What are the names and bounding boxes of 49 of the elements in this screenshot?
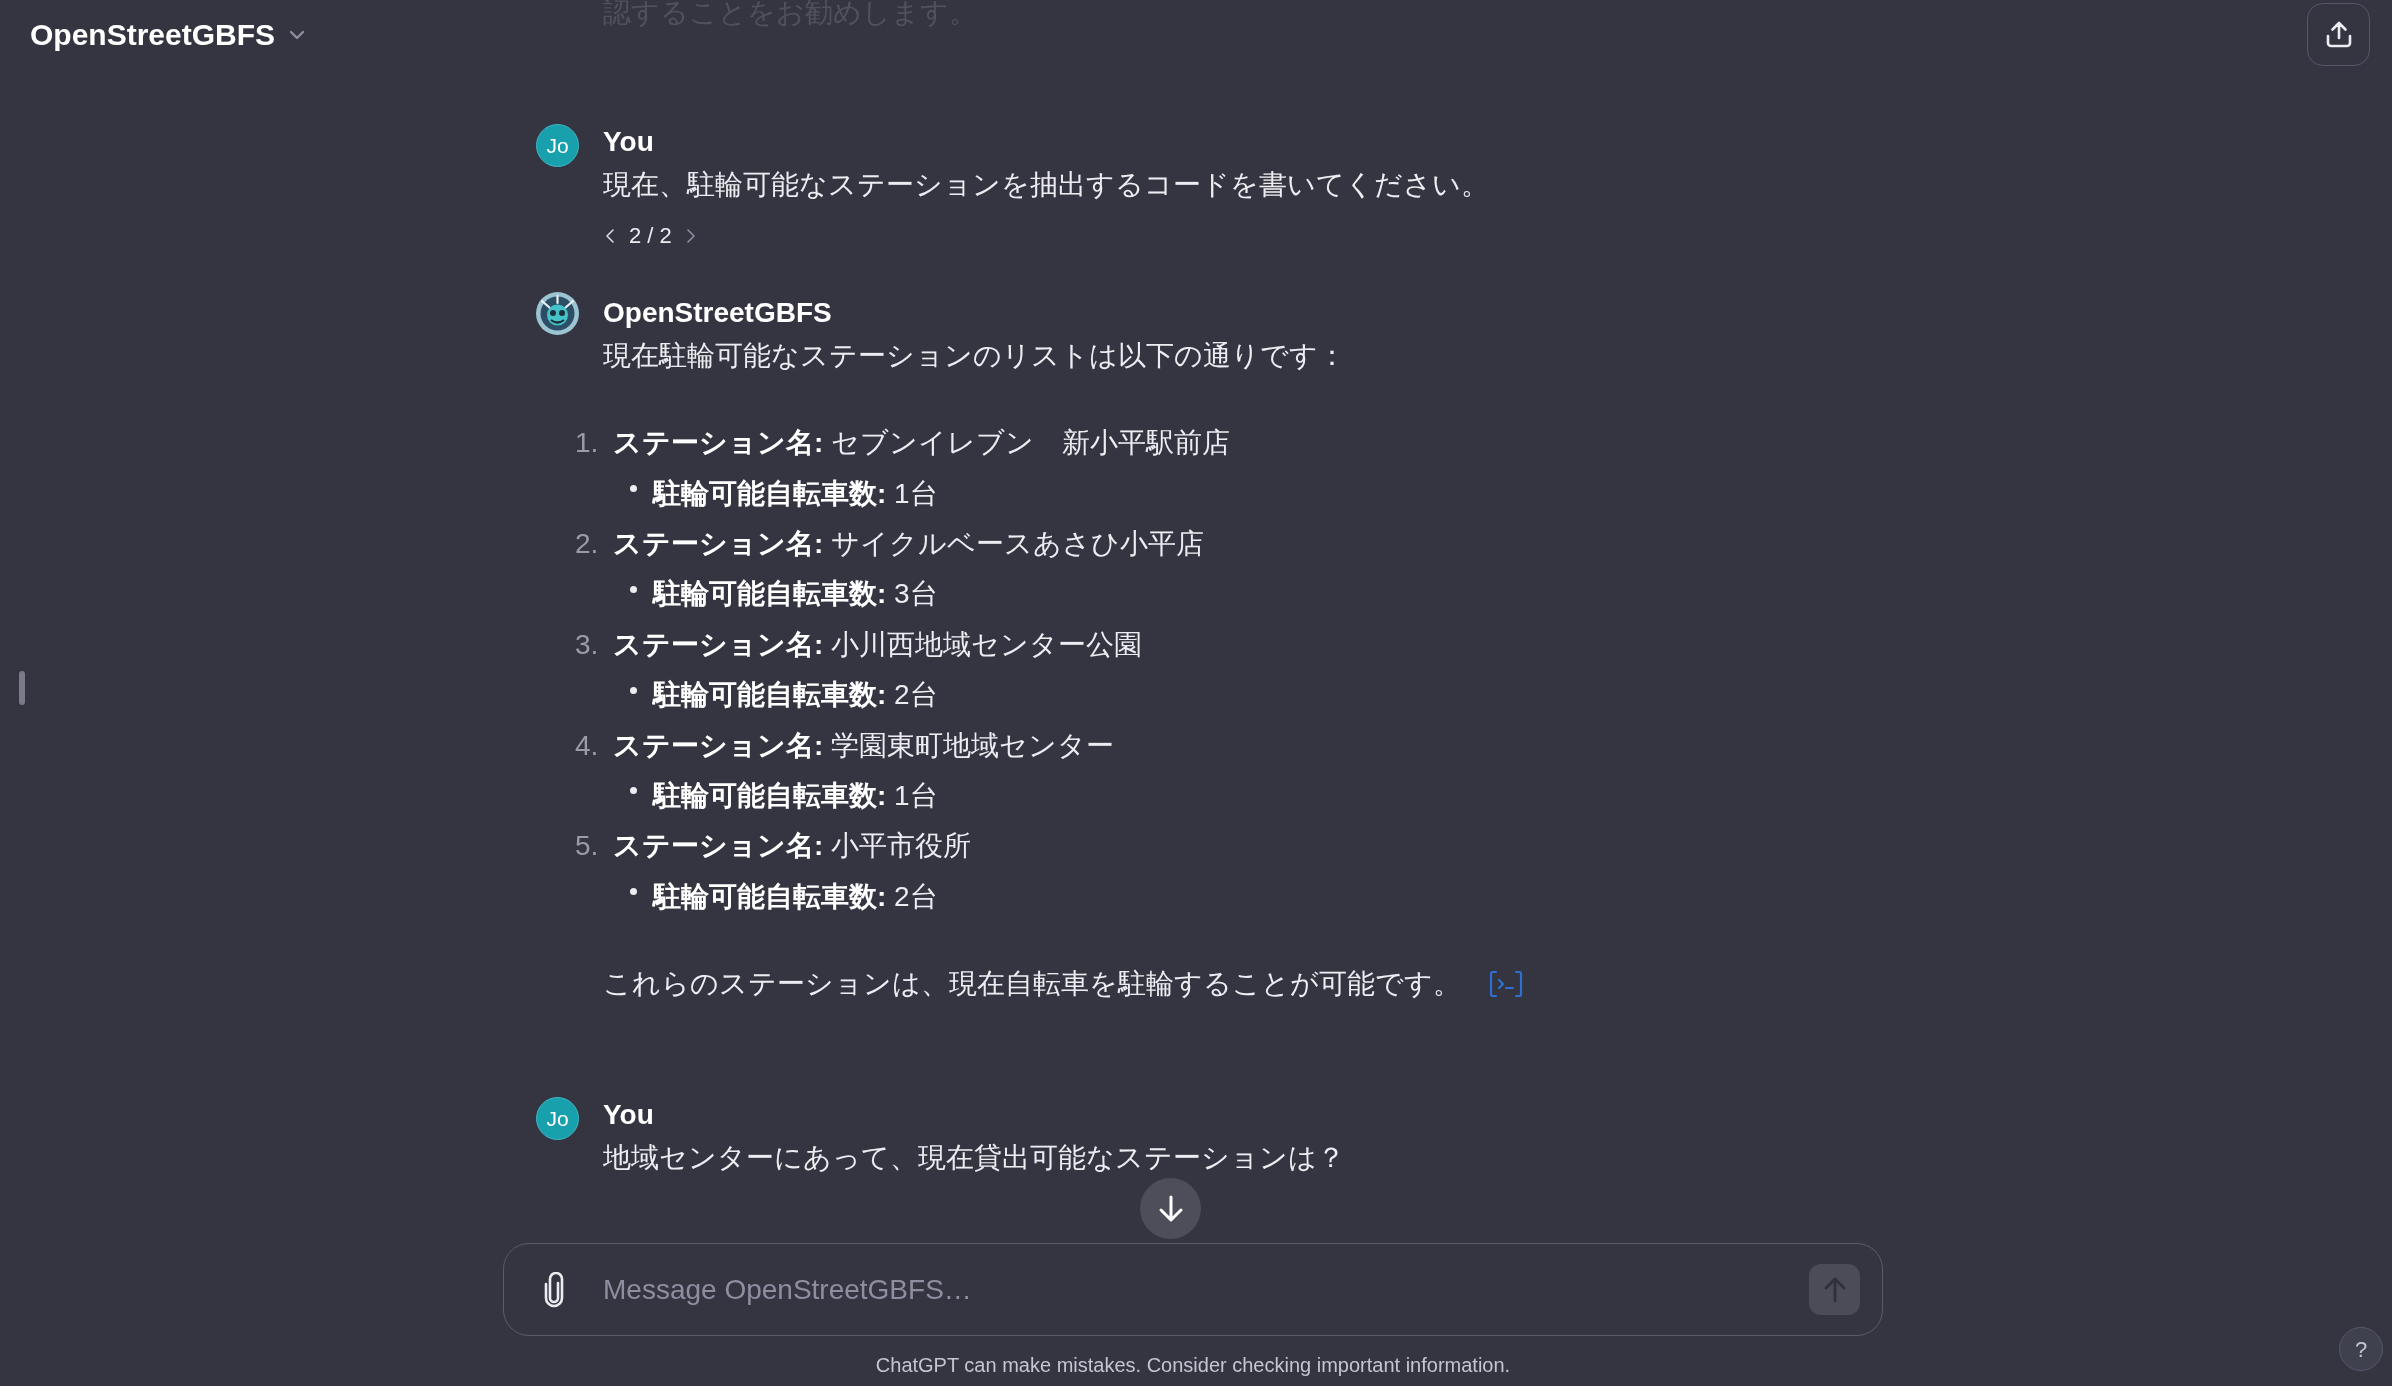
author-name: You <box>603 125 654 159</box>
list-item-text: 駐輪可能自転車数: 1台 <box>653 778 938 813</box>
list-item-text: 駐輪可能自転車数: 2台 <box>653 879 938 914</box>
paperclip-icon <box>542 1271 566 1308</box>
list-number: 3. <box>575 627 599 662</box>
chevron-left-icon <box>606 229 614 243</box>
model-selector-button[interactable]: OpenStreetGBFS <box>30 14 306 56</box>
arrow-down-icon <box>1157 1194 1184 1223</box>
pager-label: 2 / 2 <box>629 222 672 250</box>
list-number: 2. <box>575 526 599 561</box>
attach-button[interactable] <box>542 1271 566 1308</box>
message-input[interactable]: Message OpenStreetGBFS… <box>603 1264 1793 1315</box>
code-link-button[interactable] <box>1489 969 1523 998</box>
bullet-icon <box>630 686 637 694</box>
bullet-icon <box>630 485 637 493</box>
composer-panel[interactable]: Message OpenStreetGBFS… <box>503 1243 1883 1336</box>
message-text: これらのステーションは、現在自転車を駐輪することが可能です。 <box>603 966 1461 1001</box>
list-item-text: 駐輪可能自転車数: 2台 <box>653 678 938 713</box>
help-button[interactable]: ? <box>2339 1327 2383 1371</box>
arrow-up-icon <box>1822 1276 1847 1303</box>
upload-icon <box>2325 21 2352 48</box>
user-avatar: Jo <box>536 1096 579 1140</box>
list-item-text: ステーション名: セブンイレブン 新小平駅前店 <box>613 426 1231 461</box>
message-text: 地域センターにあって、現在貸出可能なステーションは？ <box>603 1140 1345 1175</box>
list-number: 1. <box>575 426 599 461</box>
user-avatar: Jo <box>536 124 579 167</box>
list-number: 5. <box>575 829 599 864</box>
bullet-icon <box>630 888 637 896</box>
author-name: You <box>603 1097 654 1132</box>
sidebar-toggle-handle[interactable] <box>19 671 25 705</box>
author-name: OpenStreetGBFS <box>603 296 832 330</box>
message-text: 現在、駐輪可能なステーションを抽出するコードを書いてください。 <box>603 168 1489 202</box>
list-item-text: 駐輪可能自転車数: 3台 <box>653 577 938 612</box>
terminal-icon <box>1489 969 1523 998</box>
list-item-text: ステーション名: 学園東町地域センター <box>613 728 1115 763</box>
list-number: 4. <box>575 728 599 763</box>
chevron-down-icon <box>289 30 306 40</box>
list-item-text: 駐輪可能自転車数: 1台 <box>653 476 938 511</box>
robot-avatar-icon <box>536 292 579 335</box>
list-item-text: ステーション名: サイクルベースあさひ小平店 <box>613 526 1205 561</box>
bullet-icon <box>630 787 637 795</box>
message-text: 現在駐輪可能なステーションのリストは以下の通りです： <box>603 339 1346 373</box>
bullet-icon <box>630 585 637 593</box>
list-item-text: ステーション名: 小川西地域センター公園 <box>613 627 1143 662</box>
list-item-text: ステーション名: 小平市役所 <box>613 829 972 864</box>
chevron-right-icon <box>686 229 695 243</box>
share-button[interactable] <box>2307 3 2370 66</box>
disclaimer-text: ChatGPT can make mistakes. Consider checking important information. <box>875 1353 1511 1378</box>
previous-response-button[interactable] <box>606 229 614 243</box>
